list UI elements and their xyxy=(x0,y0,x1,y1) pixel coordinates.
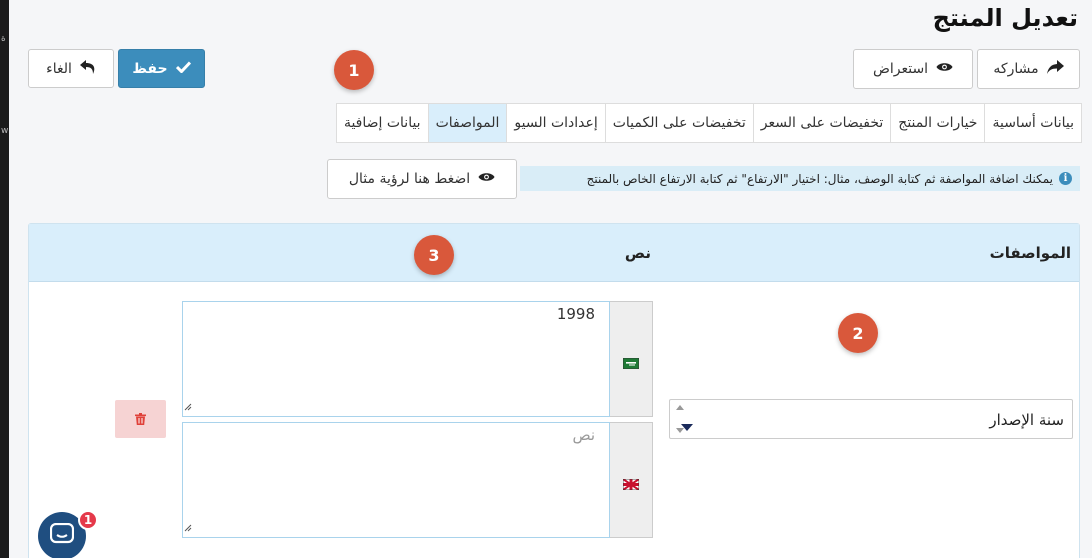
left-edge-strip: ة w xyxy=(0,0,9,558)
tab-price-discounts[interactable]: تخفيضات على السعر xyxy=(752,104,891,142)
specs-table-header: المواصفات نص xyxy=(29,224,1079,282)
info-text: يمكنك اضافة المواصفة ثم كتابة الوصف، مثا… xyxy=(586,171,1053,186)
delete-spec-button[interactable] xyxy=(115,400,166,438)
tab-specifications[interactable]: المواصفات xyxy=(427,104,507,142)
tab-seo-settings[interactable]: إعدادات السيو xyxy=(506,104,604,142)
show-example-button[interactable]: اضغط هنا لرؤية مثال xyxy=(327,159,517,199)
save-label: حفظ xyxy=(132,60,168,77)
trash-icon xyxy=(135,410,146,429)
preview-button[interactable]: استعراض xyxy=(853,49,973,89)
resize-handle-icon[interactable] xyxy=(184,397,192,415)
specs-panel: المواصفات نص سنة الإصدار 1998 نص xyxy=(28,223,1080,558)
tab-additional-info[interactable]: بيانات إضافية xyxy=(337,104,428,142)
lang-addon-english xyxy=(609,422,653,538)
eye-icon xyxy=(936,61,953,77)
tab-quantity-discounts[interactable]: تخفيضات على الكميات xyxy=(604,104,753,142)
step-badge-1: 1 xyxy=(334,50,374,90)
share-icon xyxy=(1046,60,1064,78)
spec-select-value: سنة الإصدار xyxy=(989,411,1064,429)
flag-icon xyxy=(622,354,640,373)
share-label: مشاركه xyxy=(993,61,1039,77)
spec-value-english-textarea[interactable]: نص xyxy=(182,422,610,538)
resize-handle-icon[interactable] xyxy=(184,518,192,536)
product-tabs: بيانات أساسية خيارات المنتج تخفيضات على … xyxy=(335,103,1082,143)
step-badge-3: 3 xyxy=(414,235,454,275)
info-hint: i يمكنك اضافة المواصفة ثم كتابة الوصف، م… xyxy=(520,166,1080,191)
undo-icon xyxy=(79,59,96,78)
share-button[interactable]: مشاركه xyxy=(977,49,1080,89)
tab-basic-info[interactable]: بيانات أساسية xyxy=(984,104,1081,142)
show-example-label: اضغط هنا لرؤية مثال xyxy=(348,171,471,187)
spec-value-arabic-textarea[interactable]: 1998 xyxy=(182,301,610,417)
eye-icon xyxy=(478,171,495,187)
lang-addon-arabic xyxy=(609,301,653,417)
cancel-button[interactable]: الغاء xyxy=(28,49,114,88)
cancel-label: الغاء xyxy=(46,60,72,77)
page-title: تعديل المنتج xyxy=(932,4,1078,32)
chat-bubble-icon xyxy=(49,522,75,549)
save-button[interactable]: حفظ xyxy=(118,49,205,88)
spec-select[interactable]: سنة الإصدار xyxy=(669,399,1073,439)
edge-text-fragment: w xyxy=(1,126,9,136)
tab-product-options[interactable]: خيارات المنتج xyxy=(890,104,984,142)
spec-value-english-placeholder: نص xyxy=(572,426,595,444)
edge-text-fragment: ة xyxy=(1,34,6,44)
chevron-down-icon xyxy=(681,416,693,435)
step-badge-2: 2 xyxy=(838,313,878,353)
column-text: نص xyxy=(624,244,651,262)
check-icon xyxy=(175,60,191,77)
spec-value-arabic-text: 1998 xyxy=(556,305,595,323)
chat-unread-badge: 1 xyxy=(78,510,98,530)
info-icon: i xyxy=(1059,172,1072,185)
column-specifications: المواصفات xyxy=(989,244,1071,262)
flag-icon xyxy=(622,475,640,494)
preview-label: استعراض xyxy=(872,61,929,77)
